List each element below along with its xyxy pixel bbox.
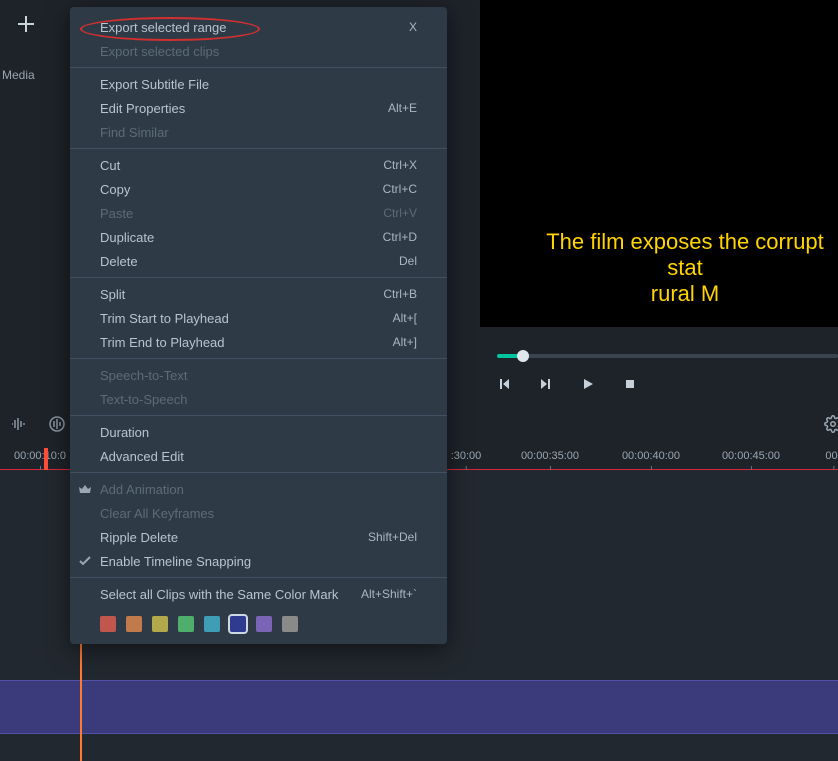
color-swatch[interactable] [100, 616, 116, 632]
color-mark-row [70, 610, 447, 640]
timeline-context-menu: Export selected rangeX Export selected cl… [70, 7, 447, 644]
video-clip[interactable] [0, 680, 838, 734]
menu-item-shortcut: Alt+[ [393, 311, 417, 325]
menu-item-shortcut: Ctrl+X [383, 158, 417, 172]
progress-track[interactable] [497, 354, 838, 358]
media-tab-label: Media [2, 68, 35, 82]
menu-item-label: Speech-to-Text [100, 368, 417, 383]
ruler-tick: 00:00:40:00 [622, 450, 680, 462]
menu-item-enable-timeline-snapping[interactable]: Enable Timeline Snapping [70, 549, 447, 573]
menu-item-shortcut: Ctrl+C [383, 182, 417, 196]
menu-item-shortcut: Del [399, 254, 417, 268]
menu-item-shortcut: Ctrl+V [383, 206, 417, 220]
menu-item-label: Select all Clips with the Same Color Mar… [100, 587, 361, 602]
menu-item-label: Paste [100, 206, 383, 221]
subtitle-overlay: The film exposes the corrupt stat rural … [480, 229, 838, 307]
menu-item-export-subtitle-file[interactable]: Export Subtitle File [70, 72, 447, 96]
menu-item-speech-to-text: Speech-to-Text [70, 363, 447, 387]
menu-item-label: Text-to-Speech [100, 392, 417, 407]
menu-item-cut[interactable]: CutCtrl+X [70, 153, 447, 177]
color-swatch[interactable] [282, 616, 298, 632]
menu-item-add-animation: Add Animation [70, 477, 447, 501]
menu-item-label: Find Similar [100, 125, 417, 140]
color-swatch[interactable] [230, 616, 246, 632]
menu-item-label: Export Subtitle File [100, 77, 417, 92]
menu-item-label: Enable Timeline Snapping [100, 554, 417, 569]
play-button[interactable] [581, 377, 595, 391]
menu-item-label: Export selected range [100, 20, 409, 35]
menu-item-shortcut: Alt+] [393, 335, 417, 349]
color-swatch[interactable] [152, 616, 168, 632]
menu-item-label: Cut [100, 158, 383, 173]
menu-item-label: Duplicate [100, 230, 383, 245]
menu-item-shortcut: Alt+E [388, 101, 417, 115]
menu-item-shortcut: Alt+Shift+` [361, 587, 417, 601]
menu-item-ripple-delete[interactable]: Ripple DeleteShift+Del [70, 525, 447, 549]
menu-item-label: Export selected clips [100, 44, 417, 59]
menu-item-trim-start-to-playhead[interactable]: Trim Start to PlayheadAlt+[ [70, 306, 447, 330]
menu-item-duplicate[interactable]: DuplicateCtrl+D [70, 225, 447, 249]
menu-item-export-selected-range[interactable]: Export selected rangeX [70, 15, 447, 39]
waveform-icon[interactable] [10, 415, 28, 433]
menu-item-select-all-clips-with-the-same-color-mark[interactable]: Select all Clips with the Same Color Mar… [70, 582, 447, 606]
menu-item-label: Add Animation [100, 482, 417, 497]
menu-item-label: Ripple Delete [100, 530, 368, 545]
menu-item-trim-end-to-playhead[interactable]: Trim End to PlayheadAlt+] [70, 330, 447, 354]
color-swatch[interactable] [204, 616, 220, 632]
menu-item-label: Edit Properties [100, 101, 388, 116]
menu-item-label: Split [100, 287, 383, 302]
menu-item-export-selected-clips: Export selected clips [70, 39, 447, 63]
add-media-button[interactable] [12, 10, 40, 38]
color-swatch[interactable] [178, 616, 194, 632]
menu-item-shortcut: X [409, 20, 417, 34]
menu-item-shortcut: Ctrl+D [383, 230, 417, 244]
crown-icon [78, 482, 92, 496]
menu-item-paste: PasteCtrl+V [70, 201, 447, 225]
menu-item-clear-all-keyframes: Clear All Keyframes [70, 501, 447, 525]
preview-viewport: The film exposes the corrupt stat rural … [480, 0, 838, 327]
menu-item-label: Delete [100, 254, 399, 269]
color-swatch[interactable] [256, 616, 272, 632]
menu-item-advanced-edit[interactable]: Advanced Edit [70, 444, 447, 468]
check-icon [78, 554, 92, 568]
timeline-tool-icons [10, 415, 66, 433]
next-frame-button[interactable] [539, 377, 553, 391]
menu-item-label: Clear All Keyframes [100, 506, 417, 521]
ruler-tick: 00:00:45:00 [722, 450, 780, 462]
range-marker[interactable] [44, 448, 48, 470]
prev-frame-button[interactable] [497, 377, 511, 391]
settings-icon[interactable] [824, 415, 838, 433]
menu-item-duration[interactable]: Duration [70, 420, 447, 444]
color-swatch[interactable] [126, 616, 142, 632]
menu-item-split[interactable]: SplitCtrl+B [70, 282, 447, 306]
ruler-tick: 00: [825, 450, 838, 462]
menu-item-find-similar: Find Similar [70, 120, 447, 144]
menu-item-shortcut: Shift+Del [368, 530, 417, 544]
menu-item-label: Duration [100, 425, 417, 440]
progress-thumb[interactable] [517, 350, 529, 362]
ruler-tick: 00:00:35:00 [521, 450, 579, 462]
player-controls [480, 327, 838, 402]
audio-icon[interactable] [48, 415, 66, 433]
menu-item-copy[interactable]: CopyCtrl+C [70, 177, 447, 201]
menu-item-text-to-speech: Text-to-Speech [70, 387, 447, 411]
menu-item-label: Copy [100, 182, 383, 197]
menu-item-delete[interactable]: DeleteDel [70, 249, 447, 273]
menu-item-shortcut: Ctrl+B [383, 287, 417, 301]
ruler-tick: 00:00:10:0 [14, 450, 66, 462]
menu-item-edit-properties[interactable]: Edit PropertiesAlt+E [70, 96, 447, 120]
ruler-tick: :30:00 [451, 450, 482, 462]
stop-button[interactable] [623, 377, 637, 391]
menu-item-label: Trim End to Playhead [100, 335, 393, 350]
menu-item-label: Advanced Edit [100, 449, 417, 464]
menu-item-label: Trim Start to Playhead [100, 311, 393, 326]
